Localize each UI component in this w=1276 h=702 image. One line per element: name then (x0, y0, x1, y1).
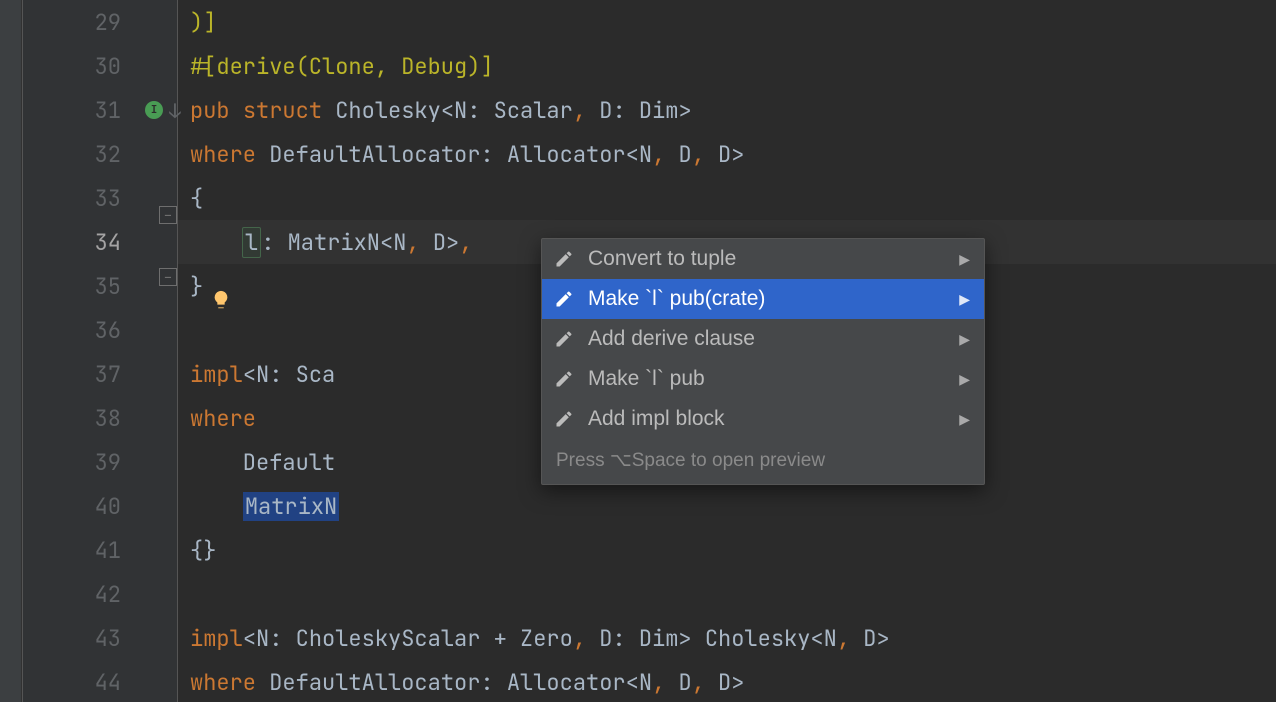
code-line[interactable]: { (178, 176, 1276, 220)
gutter-line: 44 (23, 660, 177, 702)
submenu-arrow-icon: ▶ (959, 291, 970, 308)
gutter-line: 32 (23, 132, 177, 176)
intention-item-make-pub[interactable]: Make `l` pub ▶ (542, 359, 984, 399)
intention-item-label: Add impl block (588, 407, 725, 431)
code-line[interactable]: #[derive(Clone, Debug)] (178, 44, 1276, 88)
intention-item-label: Make `l` pub (588, 367, 705, 391)
gutter-line: 38 (23, 396, 177, 440)
intention-item-label: Convert to tuple (588, 247, 736, 271)
selection[interactable]: MatrixN (243, 492, 339, 521)
intention-item-make-pub-crate[interactable]: Make `l` pub(crate) ▶ (542, 279, 984, 319)
pencil-icon (554, 369, 574, 389)
pencil-icon (554, 289, 574, 309)
run-gutter-icon[interactable]: I (145, 101, 163, 119)
gutter-line: 41 (23, 528, 177, 572)
intention-item-label: Make `l` pub(crate) (588, 287, 765, 311)
pencil-icon (554, 249, 574, 269)
submenu-arrow-icon: ▶ (959, 331, 970, 348)
line-number: 42 (95, 580, 121, 609)
tool-window-strip[interactable] (0, 0, 22, 702)
line-number: 31 (95, 96, 121, 125)
line-number: 43 (95, 624, 121, 653)
ide-root: 29 30 31 I ↓ 32 33 – 34 35 – 36 37 (0, 0, 1276, 702)
popup-hint: Press ⌥Space to open preview (542, 439, 984, 484)
line-number: 36 (95, 316, 121, 345)
line-number: 33 (95, 184, 121, 213)
line-number: 41 (95, 536, 121, 565)
code-line[interactable]: impl<N: CholeskyScalar + Zero, D: Dim> C… (178, 616, 1276, 660)
gutter-line: 34 (23, 220, 177, 264)
gutter-line: 39 (23, 440, 177, 484)
line-number: 39 (95, 448, 121, 477)
code-line[interactable]: )] (178, 0, 1276, 44)
gutter-line: 30 (23, 44, 177, 88)
intention-item-label: Add derive clause (588, 327, 755, 351)
code-line[interactable]: pub struct Cholesky<N: Scalar, D: Dim> (178, 88, 1276, 132)
gutter-line: 43 (23, 616, 177, 660)
gutter-line: 37 (23, 352, 177, 396)
intention-item-add-impl[interactable]: Add impl block ▶ (542, 399, 984, 439)
line-number: 35 (95, 272, 121, 301)
intention-actions-popup[interactable]: Convert to tuple ▶ Make `l` pub(crate) ▶… (541, 238, 985, 485)
gutter-line: 40 (23, 484, 177, 528)
gutter[interactable]: 29 30 31 I ↓ 32 33 – 34 35 – 36 37 (23, 0, 178, 702)
code-line[interactable] (178, 572, 1276, 616)
line-number: 44 (95, 668, 121, 697)
intention-bulb-icon[interactable] (210, 231, 232, 253)
gutter-line: 42 (23, 572, 177, 616)
code-line[interactable]: where DefaultAllocator: Allocator<N, D, … (178, 132, 1276, 176)
submenu-arrow-icon: ▶ (959, 251, 970, 268)
intention-item-add-derive[interactable]: Add derive clause ▶ (542, 319, 984, 359)
code-line[interactable]: where DefaultAllocator: Allocator<N, D, … (178, 660, 1276, 702)
code-area[interactable]: )] #[derive(Clone, Debug)] pub struct Ch… (178, 0, 1276, 702)
line-number: 40 (95, 492, 121, 521)
line-number: 38 (95, 404, 121, 433)
gutter-line: 31 I ↓ (23, 88, 177, 132)
line-number: 32 (95, 140, 121, 169)
editor: 29 30 31 I ↓ 32 33 – 34 35 – 36 37 (22, 0, 1276, 702)
line-number: 29 (95, 8, 121, 37)
line-number: 37 (95, 360, 121, 389)
line-number: 34 (95, 228, 121, 257)
gutter-line: 35 – (23, 264, 177, 308)
gutter-line: 29 (23, 0, 177, 44)
submenu-arrow-icon: ▶ (959, 371, 970, 388)
gutter-line: 33 – (23, 176, 177, 220)
code-line[interactable]: {} (178, 528, 1276, 572)
field-identifier[interactable]: l (242, 227, 261, 258)
gutter-line: 36 (23, 308, 177, 352)
code-line[interactable]: MatrixN (178, 484, 1276, 528)
fold-toggle-icon[interactable]: – (159, 268, 177, 286)
pencil-icon (554, 329, 574, 349)
pencil-icon (554, 409, 574, 429)
intention-item-convert-to-tuple[interactable]: Convert to tuple ▶ (542, 239, 984, 279)
line-number: 30 (95, 52, 121, 81)
submenu-arrow-icon: ▶ (959, 411, 970, 428)
